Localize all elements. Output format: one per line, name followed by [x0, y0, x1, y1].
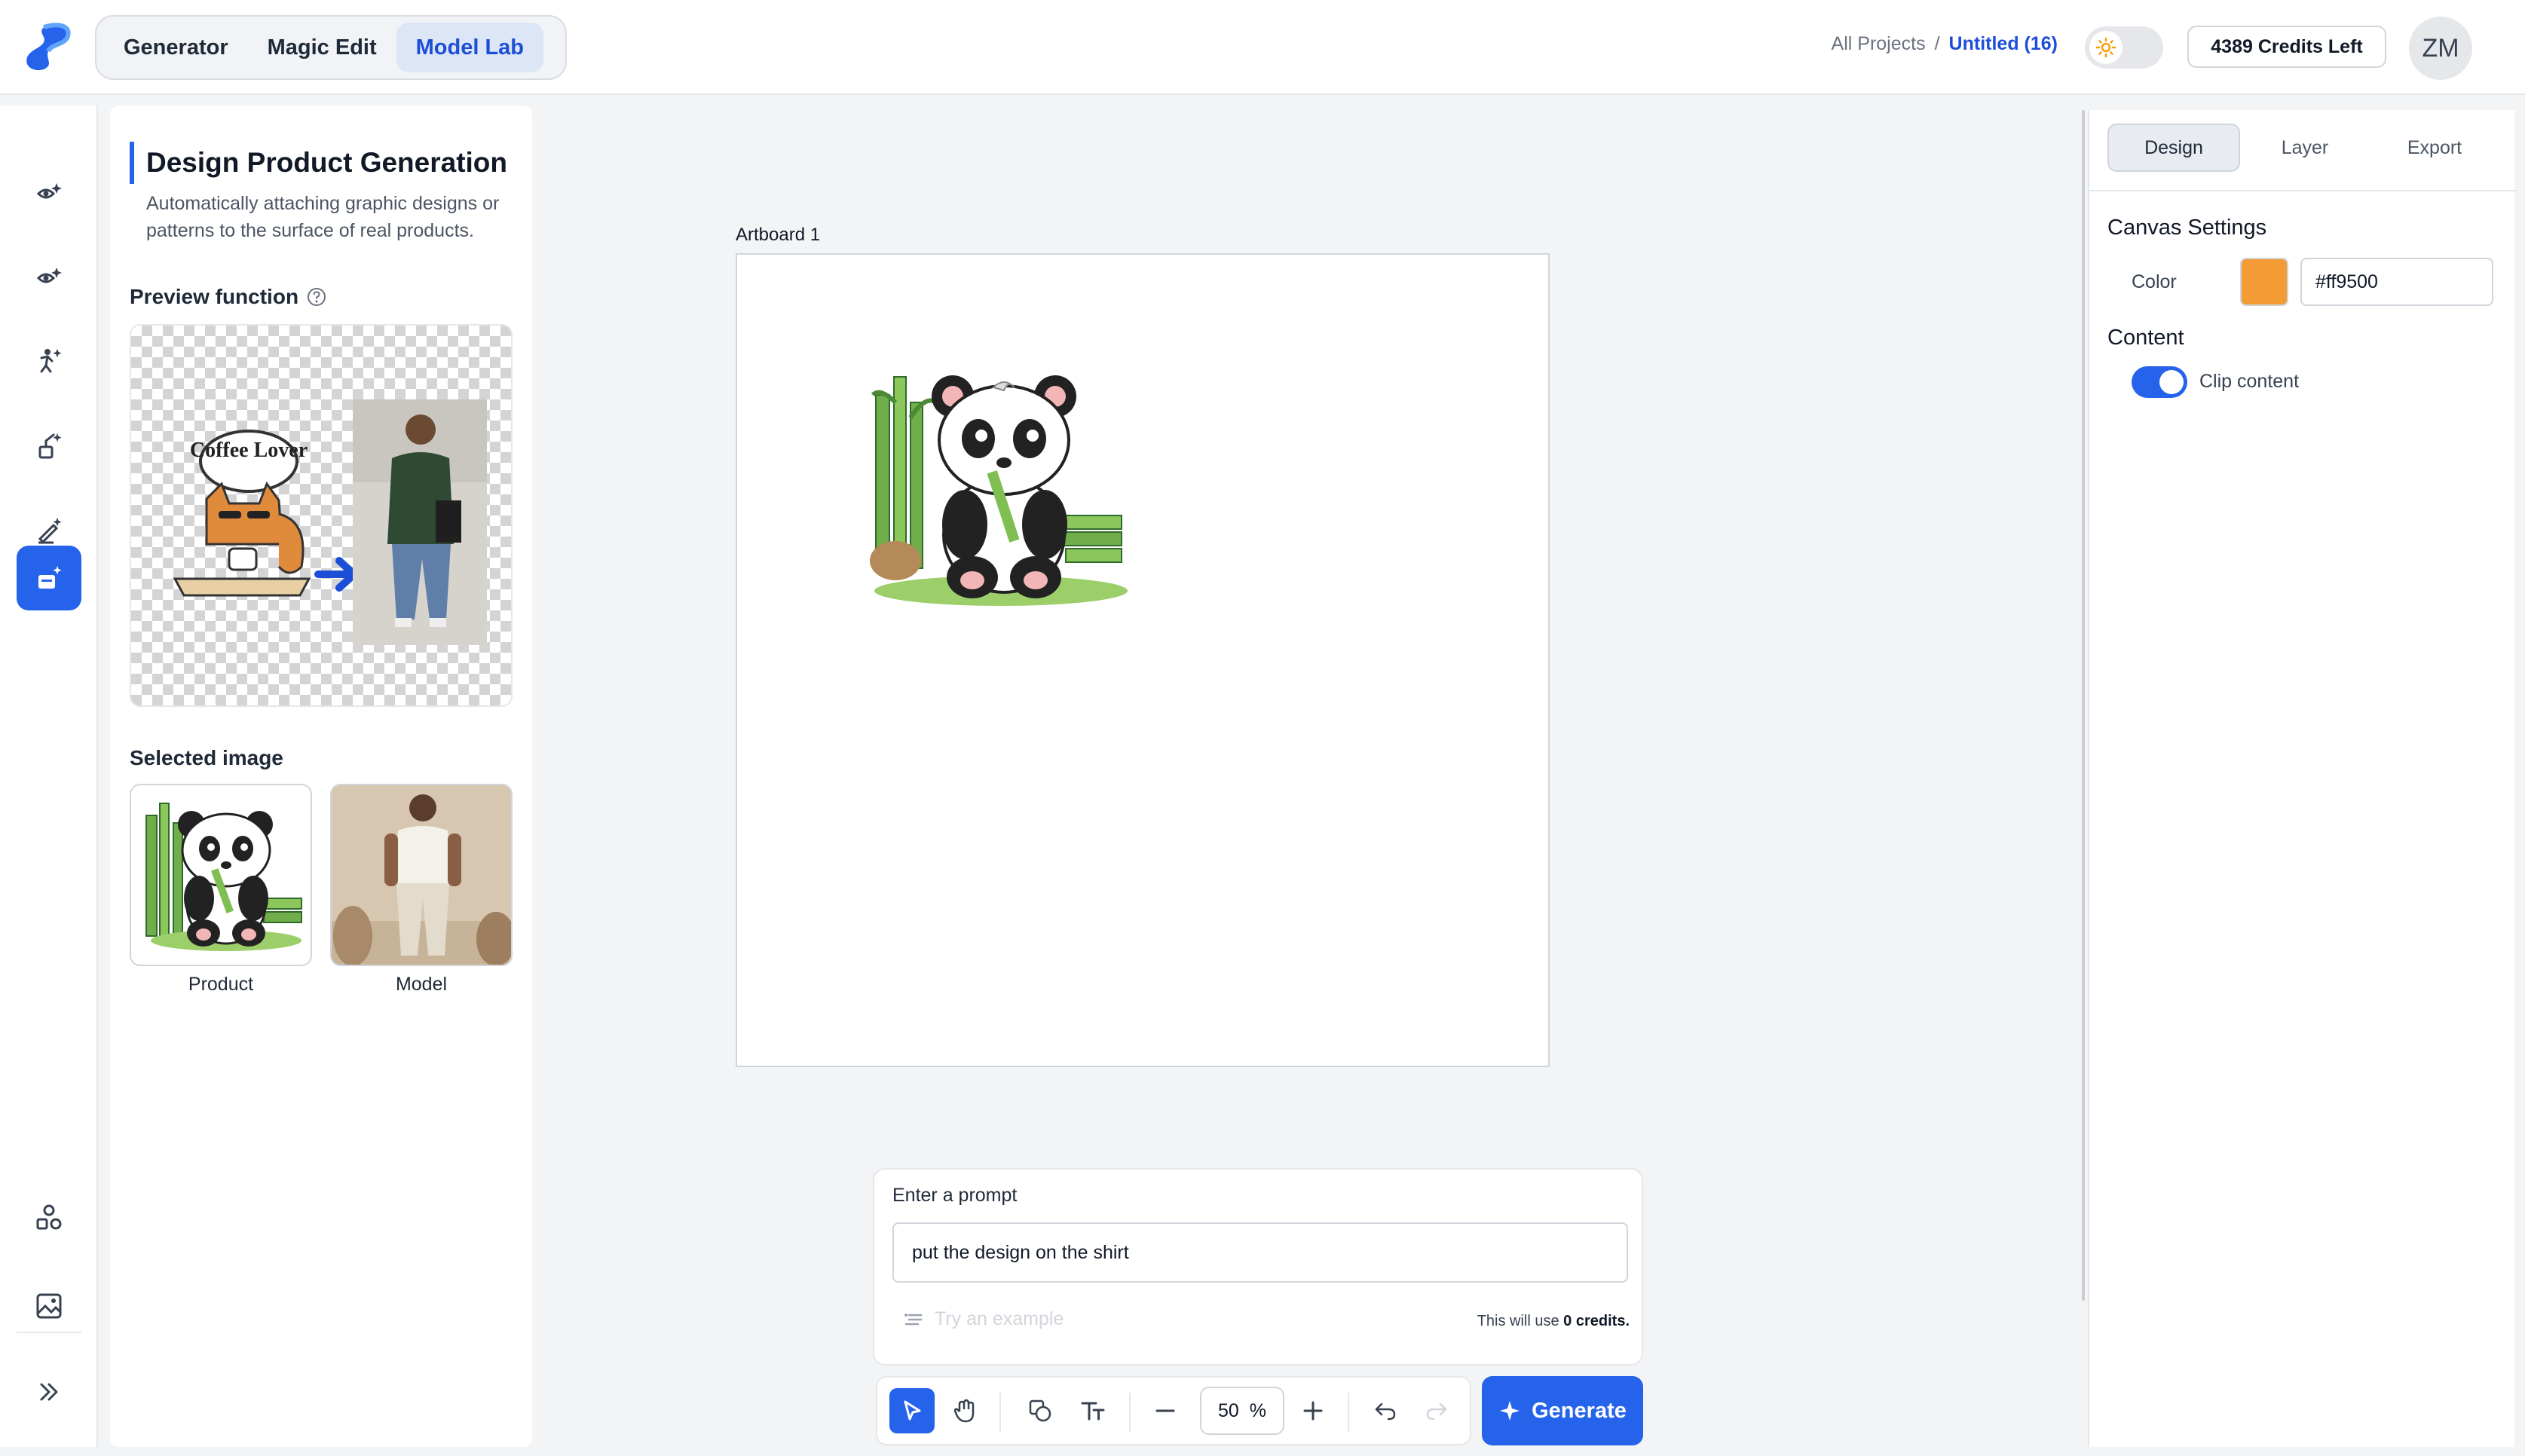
rail-brush-sparkle-icon[interactable]	[17, 413, 81, 478]
preview-function-text: Preview function	[130, 285, 299, 308]
rail-eye-sparkle-icon-2[interactable]	[17, 244, 81, 309]
top-bar: Generator Magic Edit Model Lab All Proje…	[0, 0, 2525, 95]
shapes-tool-icon[interactable]	[1018, 1388, 1063, 1433]
canvas-toolbar: 50 %	[876, 1376, 1471, 1445]
right-panel-scrollbar[interactable]	[2082, 110, 2085, 1301]
try-example-text: Try an example	[935, 1308, 1064, 1329]
color-label: Color	[2132, 271, 2177, 292]
preview-function-label: Preview function	[130, 285, 327, 309]
clip-content-label: Clip content	[2199, 371, 2300, 392]
zoom-value: 50	[1217, 1399, 1239, 1421]
zoom-unit: %	[1249, 1399, 1267, 1421]
rail-eye-sparkle-icon[interactable]	[17, 160, 81, 225]
selected-image-label: Selected image	[130, 746, 283, 769]
try-example-button[interactable]: Try an example	[903, 1308, 1064, 1330]
prompt-label: Enter a prompt	[892, 1185, 1018, 1206]
breadcrumb: All Projects / Untitled (16)	[1832, 33, 2058, 55]
mode-switcher: Generator Magic Edit Model Lab	[95, 15, 567, 80]
redo-icon[interactable]	[1414, 1388, 1459, 1433]
breadcrumb-all-projects[interactable]: All Projects	[1832, 33, 1926, 55]
prompt-card: Enter a prompt put the design on the shi…	[873, 1168, 1643, 1366]
rail-image-icon[interactable]	[17, 1274, 81, 1338]
tool-rail	[0, 106, 98, 1447]
credits-usage-prefix: This will use	[1477, 1313, 1559, 1329]
zoom-input[interactable]: 50 %	[1200, 1387, 1284, 1435]
rail-divider	[17, 1332, 81, 1333]
rail-product-sparkle-icon[interactable]	[17, 546, 81, 610]
breadcrumb-current-project[interactable]: Untitled (16)	[1949, 33, 2058, 55]
prompt-input[interactable]: put the design on the shirt	[892, 1222, 1628, 1283]
list-sparkle-icon	[904, 1313, 923, 1325]
model-label: Model	[395, 974, 448, 995]
toolbar-divider	[1348, 1393, 1349, 1432]
content-heading: Content	[2107, 326, 2184, 350]
tab-design[interactable]: Design	[2107, 124, 2240, 172]
credits-usage-value: 0 credits.	[1563, 1313, 1630, 1329]
preview-illustration: Coffee Lover	[130, 324, 513, 707]
sparkle-icon	[1500, 1401, 1520, 1421]
generate-label: Generate	[1532, 1398, 1627, 1423]
color-hex-input[interactable]: #ff9500	[2300, 258, 2493, 306]
zoom-in-icon[interactable]	[1290, 1388, 1336, 1433]
tabs-divider	[2089, 190, 2516, 191]
app-logo-icon[interactable]	[21, 21, 74, 74]
credits-button[interactable]: 4389 Credits Left	[2187, 26, 2386, 68]
panda-image[interactable]	[865, 357, 1137, 613]
product-label: Product	[188, 974, 254, 995]
avatar[interactable]: ZM	[2409, 17, 2472, 80]
select-tool-icon[interactable]	[889, 1388, 935, 1433]
theme-toggle[interactable]	[2085, 26, 2163, 69]
zoom-out-icon[interactable]	[1143, 1388, 1188, 1433]
artboard-label: Artboard 1	[736, 225, 821, 245]
breadcrumb-separator: /	[1934, 33, 1940, 54]
toolbar-divider	[1129, 1393, 1131, 1432]
credits-usage-note: This will use 0 credits.	[1477, 1313, 1630, 1330]
panel-description: Automatically attaching graphic designs …	[146, 193, 500, 241]
rail-shapes-icon[interactable]	[17, 1185, 81, 1250]
undo-icon[interactable]	[1363, 1388, 1408, 1433]
feature-panel: Design Product Generation Automatically …	[110, 106, 532, 1447]
mode-model-lab-button[interactable]: Model Lab	[396, 23, 544, 72]
tab-layer[interactable]: Layer	[2240, 124, 2370, 172]
generate-button[interactable]: Generate	[1482, 1376, 1643, 1445]
sun-icon	[2089, 31, 2123, 64]
panel-title: Design Product Generation	[130, 142, 507, 184]
properties-panel: Design Layer Export Canvas Settings Colo…	[2088, 110, 2516, 1447]
text-tool-icon[interactable]	[1070, 1388, 1116, 1433]
tab-export[interactable]: Export	[2370, 124, 2499, 172]
color-swatch[interactable]	[2240, 258, 2288, 306]
hand-tool-icon[interactable]	[942, 1388, 987, 1433]
mode-generator-button[interactable]: Generator	[104, 23, 248, 72]
product-thumbnail[interactable]	[130, 784, 312, 966]
properties-tabs: Design Layer Export	[2107, 124, 2499, 172]
clip-content-toggle[interactable]	[2132, 366, 2187, 398]
toolbar-divider	[999, 1393, 1001, 1432]
rail-figure-sparkle-icon[interactable]	[17, 329, 81, 393]
toggle-knob	[2159, 370, 2184, 394]
help-icon[interactable]	[306, 286, 327, 307]
rail-expand-icon[interactable]	[17, 1360, 81, 1424]
model-thumbnail[interactable]	[330, 784, 513, 966]
canvas-settings-heading: Canvas Settings	[2107, 216, 2267, 240]
artboard[interactable]	[736, 253, 1550, 1067]
coffee-lover-text: Coffee Lover	[190, 439, 308, 462]
mode-magic-edit-button[interactable]: Magic Edit	[248, 23, 396, 72]
